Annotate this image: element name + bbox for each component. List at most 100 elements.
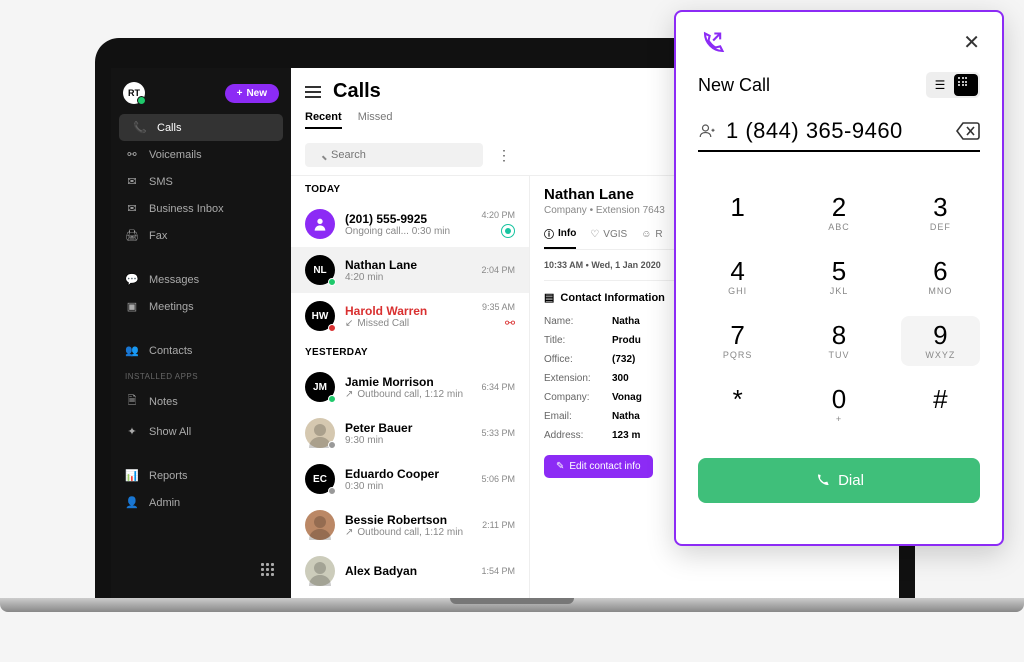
nav-icon: ✉	[125, 175, 139, 188]
key-1[interactable]: 1	[698, 188, 777, 238]
key-6[interactable]: 6MNO	[901, 252, 980, 302]
pencil-icon: ✎	[556, 461, 564, 472]
call-time: 6:34 PM	[481, 382, 515, 392]
avatar: EC	[305, 464, 335, 494]
menu-icon[interactable]	[305, 86, 321, 98]
tab-missed[interactable]: Missed	[358, 111, 393, 129]
phone-icon	[814, 473, 830, 489]
mode-toggle: ☰	[926, 72, 980, 98]
plus-icon: +	[237, 88, 243, 99]
live-indicator-icon	[501, 224, 515, 238]
keypad: 1 2ABC 3DEF 4GHI 5JKL 6MNO 7PQRS 8TUV 9WXYZ * 0+ #	[698, 188, 980, 430]
key-3[interactable]: 3DEF	[901, 188, 980, 238]
keypad-mode-button[interactable]	[954, 74, 978, 96]
call-item[interactable]: Bessie Robertson↗Outbound call, 1:12 min…	[291, 502, 529, 548]
nav-icon: ⚯	[125, 148, 139, 161]
call-time: 4:20 PM	[481, 210, 515, 238]
user-avatar[interactable]: RT	[123, 82, 145, 104]
key-#[interactable]: #	[901, 380, 980, 430]
call-time: 5:06 PM	[481, 474, 515, 484]
sidebar: RT +New 📞Calls⚯Voicemails✉SMS✉Business I…	[111, 68, 291, 603]
nav-icon: 📊	[125, 469, 139, 482]
call-name: (201) 555-9925	[345, 212, 471, 226]
detail-tab-info[interactable]: ⓘInfo	[544, 226, 576, 249]
avatar	[305, 510, 335, 540]
page-title: Calls	[333, 80, 381, 103]
date-header: YESTERDAY	[291, 339, 529, 364]
nav-icon: 💬	[125, 273, 139, 286]
dial-button[interactable]: Dial	[698, 458, 980, 503]
call-time: 5:33 PM	[481, 428, 515, 438]
key-*[interactable]: *	[698, 380, 777, 430]
sidebar-item-show-all[interactable]: ✦Show All	[111, 418, 291, 445]
new-button[interactable]: +New	[225, 84, 279, 103]
call-subtitle: Ongoing call... 0:30 min	[345, 226, 471, 237]
call-name: Eduardo Cooper	[345, 467, 471, 481]
sidebar-item-messages[interactable]: 💬Messages	[111, 266, 291, 293]
voicemail-icon: ⚯	[505, 316, 515, 330]
call-item[interactable]: Peter Bauer9:30 min 5:33 PM	[291, 410, 529, 456]
sidebar-item-calls[interactable]: 📞Calls	[119, 114, 283, 141]
key-0[interactable]: 0+	[799, 380, 878, 430]
sidebar-item-sms[interactable]: ✉SMS	[111, 168, 291, 195]
sidebar-item-reports[interactable]: 📊Reports	[111, 462, 291, 489]
sidebar-item-meetings[interactable]: ▣Meetings	[111, 293, 291, 320]
key-5[interactable]: 5JKL	[799, 252, 878, 302]
dialer-title: New Call	[698, 75, 770, 96]
call-name: Jamie Morrison	[345, 375, 471, 389]
call-name: Harold Warren	[345, 304, 472, 318]
avatar: NL	[305, 255, 335, 285]
key-9[interactable]: 9WXYZ	[901, 316, 980, 366]
call-subtitle: 4:20 min	[345, 272, 471, 283]
dialer-popup: ✕ New Call ☰ 1 (844) 365-9460 1 2ABC 3DEF 4…	[674, 10, 1004, 546]
sidebar-item-voicemails[interactable]: ⚯Voicemails	[111, 141, 291, 168]
call-item[interactable]: HWHarold Warren↙Missed Call9:35 AM⚯	[291, 293, 529, 339]
nav-icon: ✉	[125, 202, 139, 215]
detail-tab-r[interactable]: ☺R	[641, 226, 662, 249]
nav-icon: 📞	[133, 121, 147, 134]
key-2[interactable]: 2ABC	[799, 188, 878, 238]
tab-recent[interactable]: Recent	[305, 111, 342, 129]
number-display: 1 (844) 365-9460	[726, 118, 946, 144]
key-8[interactable]: 8TUV	[799, 316, 878, 366]
installed-apps-label: INSTALLED APPS	[111, 364, 291, 385]
contacts-mode-button[interactable]: ☰	[928, 74, 952, 96]
detail-tab-vgis[interactable]: ♡VGIS	[590, 226, 627, 249]
call-name: Peter Bauer	[345, 421, 471, 435]
call-time: 2:04 PM	[481, 265, 515, 275]
sidebar-item-business-inbox[interactable]: ✉Business Inbox	[111, 195, 291, 222]
sidebar-item-fax[interactable]: 🖨Fax	[111, 222, 291, 249]
call-item[interactable]: ECEduardo Cooper0:30 min5:06 PM	[291, 456, 529, 502]
edit-contact-button[interactable]: ✎Edit contact info	[544, 455, 653, 478]
call-item[interactable]: JMJamie Morrison↗Outbound call, 1:12 min…	[291, 364, 529, 410]
date-header: TODAY	[291, 176, 529, 201]
sidebar-item-contacts[interactable]: 👥Contacts	[111, 337, 291, 364]
nav-icon: 👥	[125, 344, 139, 357]
dialpad-icon[interactable]	[261, 563, 277, 579]
avatar	[305, 556, 335, 586]
sidebar-item-notes[interactable]: 🗎Notes	[111, 385, 291, 418]
nav-icon: ▣	[125, 300, 139, 313]
key-7[interactable]: 7PQRS	[698, 316, 777, 366]
backspace-icon[interactable]	[956, 121, 980, 141]
call-list: TODAY(201) 555-9925Ongoing call... 0:30 …	[291, 176, 529, 603]
call-subtitle: ↗Outbound call, 1:12 min	[345, 389, 471, 400]
call-subtitle: ↙Missed Call	[345, 318, 472, 329]
avatar	[305, 418, 335, 448]
avatar	[305, 209, 335, 239]
call-time: 2:11 PM	[482, 520, 515, 530]
search-input[interactable]	[305, 143, 483, 167]
call-item[interactable]: (201) 555-9925Ongoing call... 0:30 min 4:…	[291, 201, 529, 247]
close-icon[interactable]: ✕	[963, 30, 980, 55]
key-4[interactable]: 4GHI	[698, 252, 777, 302]
call-time: 1:54 PM	[481, 566, 515, 576]
call-item[interactable]: Alex Badyan1:54 PM	[291, 548, 529, 594]
call-subtitle: 9:30 min	[345, 435, 471, 446]
more-icon[interactable]: ⋮	[497, 147, 511, 164]
add-contact-icon[interactable]	[698, 122, 716, 140]
nav-icon: ✦	[125, 425, 139, 438]
nav-icon: 🖨	[125, 229, 139, 242]
tab-icon: ⓘ	[544, 226, 554, 241]
call-item[interactable]: NLNathan Lane4:20 min2:04 PM	[291, 247, 529, 293]
sidebar-item-admin[interactable]: 👤Admin	[111, 489, 291, 516]
